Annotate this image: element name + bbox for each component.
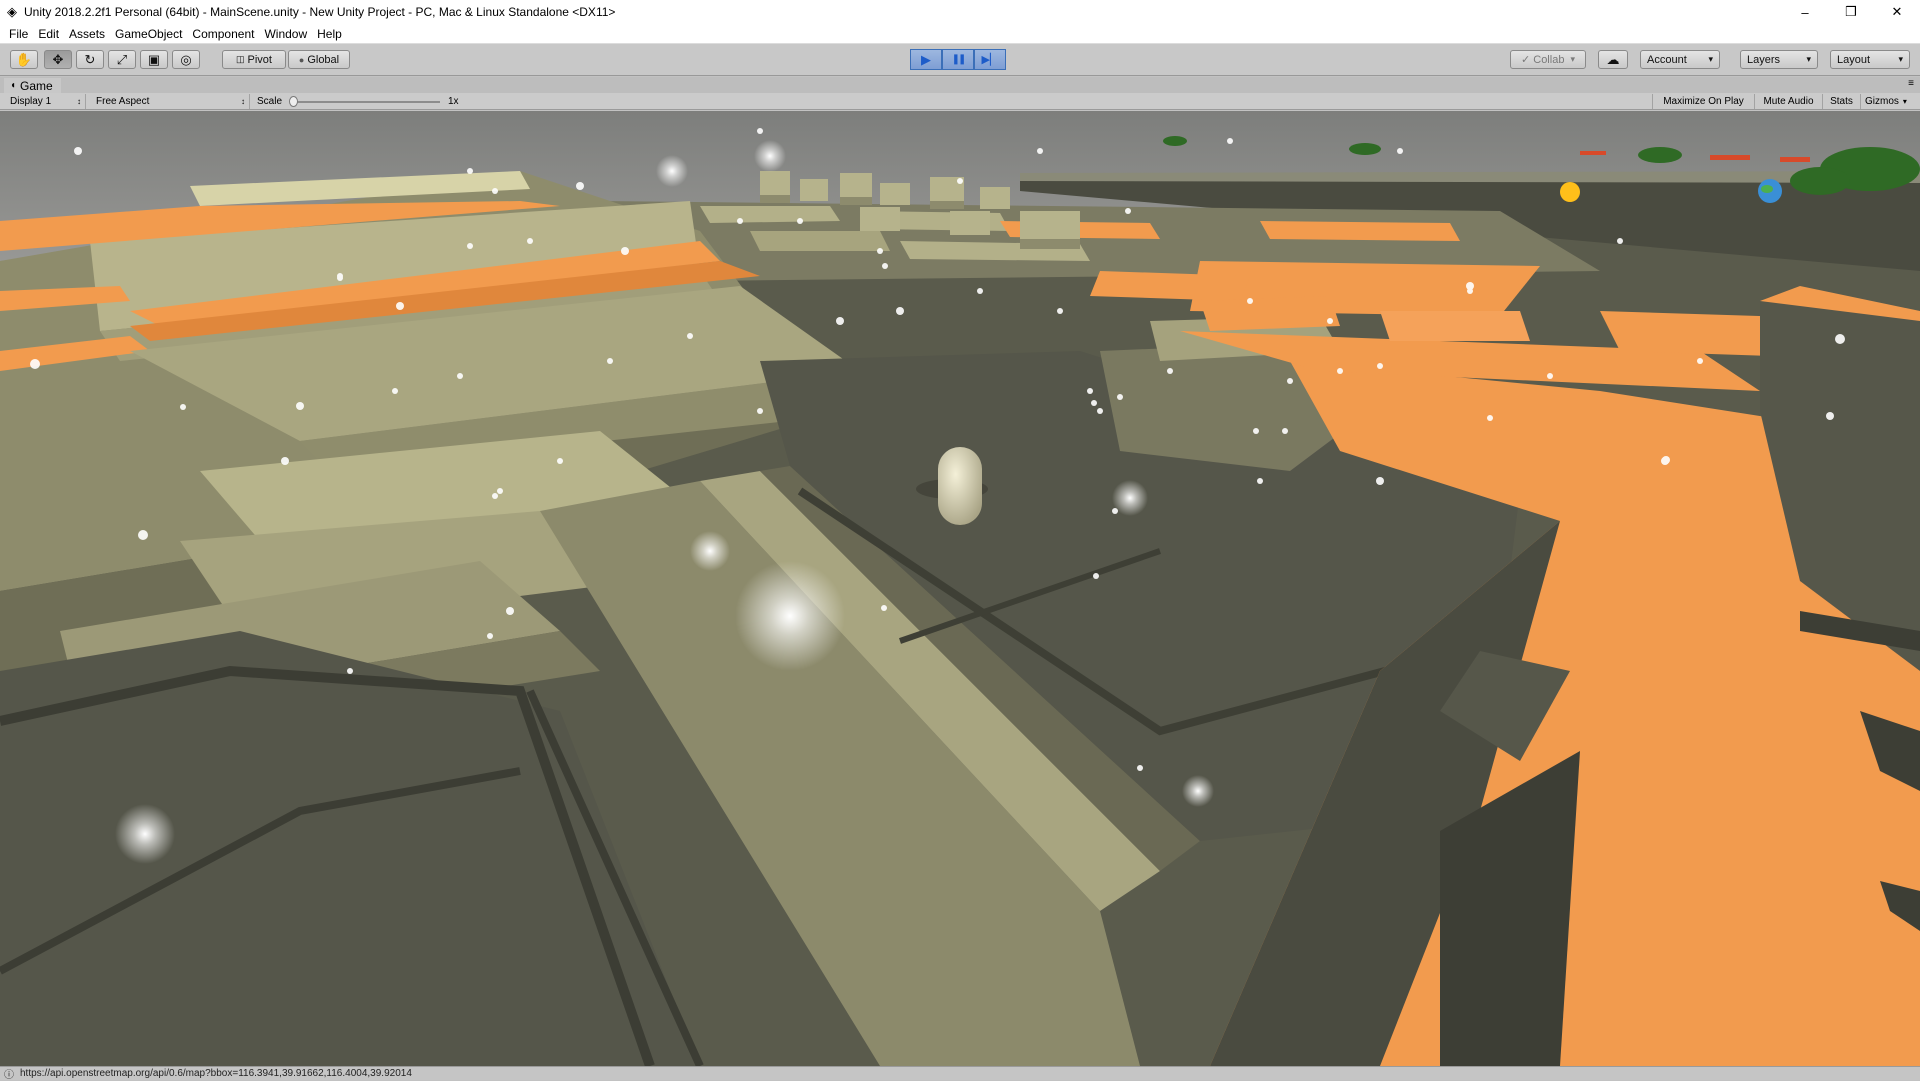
game-viewport[interactable] xyxy=(0,111,1920,1066)
layout-label: Layout xyxy=(1837,53,1871,66)
main-toolbar: ✋ ✥ ↻ ⤢ ▣ ◎ ◫ Pivot ● Global ▶ ❚❚ ▶▏ ✓ C… xyxy=(0,44,1920,76)
gizmos-label: Gizmos xyxy=(1865,96,1899,107)
tab-menu-icon[interactable]: ≡ xyxy=(1908,78,1914,89)
collab-dropdown[interactable]: ✓ Collab ▾ xyxy=(1510,50,1586,69)
close-button[interactable]: ✕ xyxy=(1874,0,1920,24)
menu-component[interactable]: Component xyxy=(192,27,254,41)
unity-logo-icon: ◈ xyxy=(7,4,17,19)
menu-edit[interactable]: Edit xyxy=(38,27,59,41)
cloud-icon: ☁ xyxy=(1606,51,1620,67)
display-label: Display 1 xyxy=(10,96,52,107)
transform-tool-icon: ◎ xyxy=(180,51,192,67)
player-capsule xyxy=(938,447,982,525)
move-tool-icon: ✥ xyxy=(52,51,64,67)
play-icon: ▶ xyxy=(921,51,931,67)
status-bar: ⓘ https://api.openstreetmap.org/api/0.6/… xyxy=(0,1066,1920,1081)
maximize-button[interactable]: ❒ xyxy=(1828,0,1874,24)
scale-tool-icon: ⤢ xyxy=(116,51,128,67)
minimize-button[interactable]: – xyxy=(1782,0,1828,24)
title-bar: ◈ Unity 2018.2.2f1 Personal (64bit) - Ma… xyxy=(0,0,1920,24)
menu-assets[interactable]: Assets xyxy=(69,27,105,41)
pivot-toggle[interactable]: ◫ Pivot xyxy=(222,50,286,69)
sun-gizmo xyxy=(1560,182,1580,202)
mute-audio-label: Mute Audio xyxy=(1763,96,1814,107)
collab-dropdown-icon: ▾ xyxy=(1570,54,1575,64)
layers-dropdown-icon: ▾ xyxy=(1806,54,1811,64)
rect-tool-button[interactable]: ▣ xyxy=(140,50,168,69)
move-tool-button[interactable]: ✥ xyxy=(44,50,72,69)
display-dropdown[interactable]: Display 1 ↕ xyxy=(4,94,86,109)
account-dropdown-icon: ▾ xyxy=(1708,54,1713,64)
transform-tool-button[interactable]: ◎ xyxy=(172,50,200,69)
global-toggle[interactable]: ● Global xyxy=(288,50,350,69)
menu-bar: File Edit Assets GameObject Component Wi… xyxy=(0,24,1920,44)
aspect-label: Free Aspect xyxy=(96,96,150,107)
stats-toggle[interactable]: Stats xyxy=(1822,94,1860,109)
aspect-dropdown[interactable]: Free Aspect ↕ xyxy=(90,94,250,109)
pivot-icon: ◫ xyxy=(236,54,245,64)
menu-file[interactable]: File xyxy=(9,27,28,41)
scale-value: 1x xyxy=(448,96,459,107)
step-icon: ▶▏ xyxy=(981,54,999,66)
play-button[interactable]: ▶ xyxy=(910,49,942,70)
global-label: Global xyxy=(307,53,340,66)
layout-dropdown-icon: ▾ xyxy=(1898,54,1903,64)
step-button[interactable]: ▶▏ xyxy=(974,49,1006,70)
hand-tool-button[interactable]: ✋ xyxy=(10,50,38,69)
maximize-on-play-label: Maximize On Play xyxy=(1663,96,1744,107)
scale-label: Scale xyxy=(257,96,283,107)
scene-render xyxy=(0,111,1920,1066)
scale-slider-track[interactable] xyxy=(292,101,440,103)
pause-icon: ❚❚ xyxy=(951,54,967,65)
cloud-button[interactable]: ☁ xyxy=(1598,50,1628,69)
info-icon: ⓘ xyxy=(4,1070,14,1081)
menu-gameobject[interactable]: GameObject xyxy=(115,27,182,41)
game-view-toolbar: Display 1 ↕ Free Aspect ↕ Scale 1x Maxim… xyxy=(0,93,1920,110)
scale-tool-button[interactable]: ⤢ xyxy=(108,50,136,69)
collab-check-icon: ✓ xyxy=(1521,54,1531,66)
menu-window[interactable]: Window xyxy=(264,27,307,41)
hand-tool-icon: ✋ xyxy=(15,51,33,67)
rotate-tool-button[interactable]: ↻ xyxy=(76,50,104,69)
layers-dropdown[interactable]: Layers ▾ xyxy=(1740,50,1818,69)
menu-help[interactable]: Help xyxy=(317,27,342,41)
account-label: Account xyxy=(1647,53,1687,66)
collab-label: Collab xyxy=(1533,53,1565,66)
pivot-label: Pivot xyxy=(247,53,272,66)
maximize-on-play-toggle[interactable]: Maximize On Play xyxy=(1652,94,1754,109)
stats-label: Stats xyxy=(1830,96,1853,107)
global-icon: ● xyxy=(298,54,305,65)
tab-game[interactable]: ◖ Game xyxy=(4,78,61,93)
layers-label: Layers xyxy=(1747,53,1781,66)
status-message: https://api.openstreetmap.org/api/0.6/ma… xyxy=(20,1068,412,1079)
mute-audio-toggle[interactable]: Mute Audio xyxy=(1754,94,1822,109)
account-dropdown[interactable]: Account ▾ xyxy=(1640,50,1720,69)
gizmos-dropdown-icon: ▾ xyxy=(1902,97,1907,106)
window-title: Unity 2018.2.2f1 Personal (64bit) - Main… xyxy=(24,5,616,19)
tab-bar: ◖ Game ≡ xyxy=(0,77,1920,93)
layout-dropdown[interactable]: Layout ▾ xyxy=(1830,50,1910,69)
gamepad-icon: ◖ xyxy=(10,80,17,91)
pause-button[interactable]: ❚❚ xyxy=(942,49,974,70)
scale-slider-handle[interactable] xyxy=(289,96,298,107)
rotate-tool-icon: ↻ xyxy=(84,51,96,67)
tab-game-label: Game xyxy=(20,78,53,93)
aspect-dropdown-icon: ↕ xyxy=(241,97,245,106)
display-dropdown-icon: ↕ xyxy=(77,97,81,106)
gizmos-dropdown[interactable]: Gizmos ▾ xyxy=(1860,94,1918,109)
window-controls: – ❒ ✕ xyxy=(1782,0,1920,24)
rect-tool-icon: ▣ xyxy=(147,51,161,67)
